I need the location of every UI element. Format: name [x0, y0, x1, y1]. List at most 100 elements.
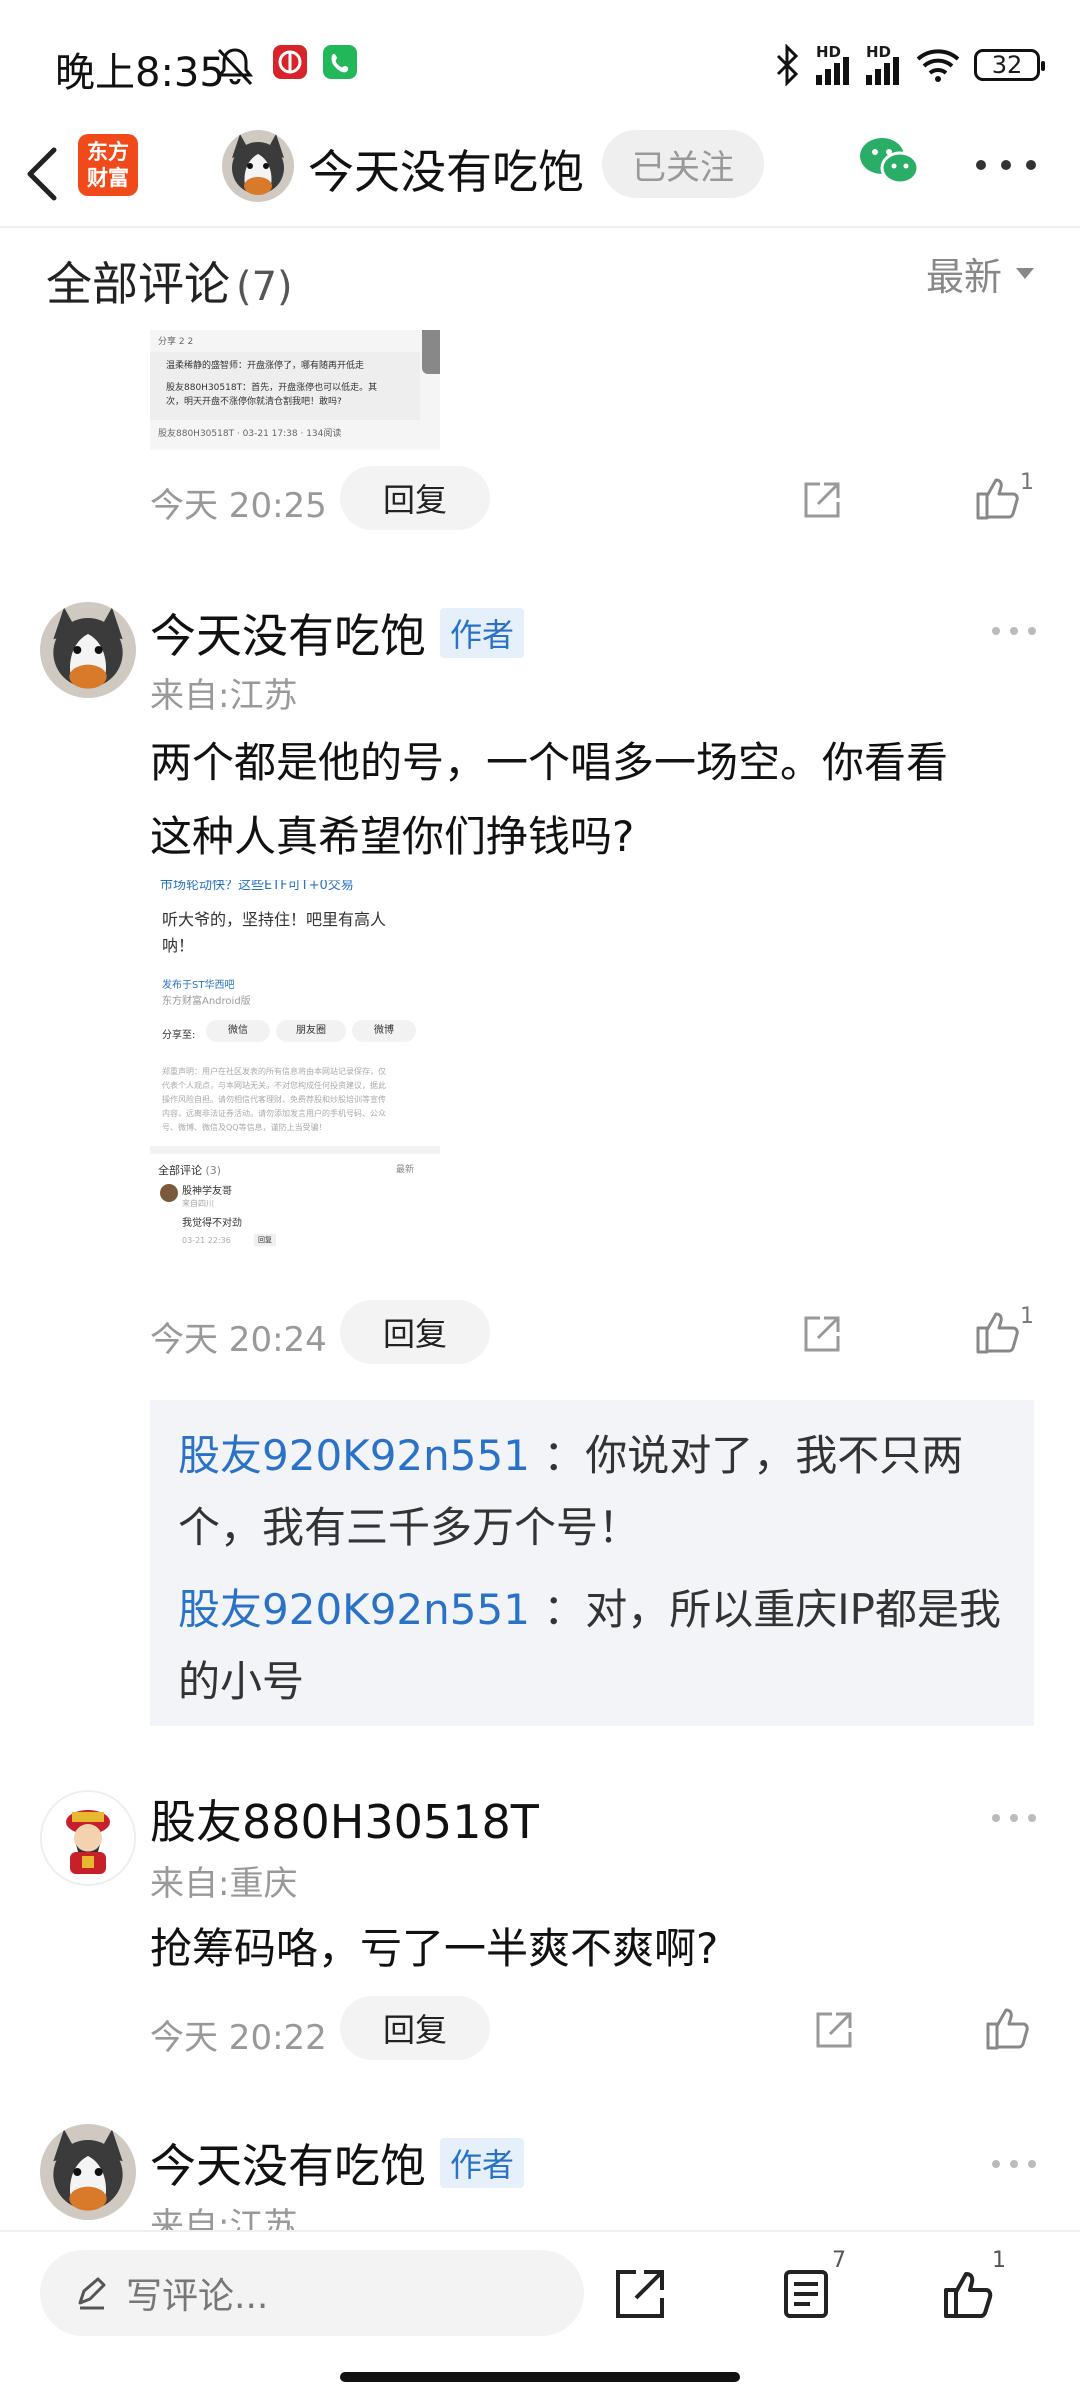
author-badge: 作者: [440, 608, 525, 658]
share-icon[interactable]: [800, 478, 844, 522]
comment-time: 今天 20:24: [150, 1320, 327, 1360]
comment-more-button[interactable]: [992, 1812, 1036, 1824]
share-icon[interactable]: [612, 2266, 668, 2322]
comment-avatar[interactable]: [40, 1790, 136, 1886]
comment-text: 两个都是他的号，一个唱多一场空。你看看 这种人真希望你们挣钱吗?: [150, 726, 948, 874]
sub-reply-text: 个，我有三千多万个号！: [178, 1503, 641, 1552]
back-icon[interactable]: [14, 138, 74, 208]
thumb2-comment-reply: 回复: [254, 1234, 276, 1246]
reply-button[interactable]: 回复: [340, 1996, 490, 2060]
thumb2-comment-loc: 来自四川: [182, 1199, 214, 1208]
like-count-badge: 1: [992, 2248, 1006, 2273]
app-logo[interactable]: 东方 财富: [78, 134, 138, 196]
thumb1-line-1: 温柔稀静的盛智师：开盘涨停了，哪有随再开低走: [166, 361, 365, 371]
sub-reply-text: 的小号: [178, 1657, 305, 1706]
thumb2-comment-user: 股神学友哥: [182, 1186, 232, 1197]
sub-reply[interactable]: 股友920K92n551 ：对，所以重庆IP都是我 的小号: [178, 1574, 1006, 1718]
wechat-share-icon[interactable]: [858, 132, 922, 192]
sub-replies[interactable]: 股友920K92n551 ：你说对了，我不只两 个，我有三千多万个号！ 股友92…: [150, 1400, 1034, 1726]
like-icon[interactable]: [982, 2002, 1032, 2052]
comment-user-name[interactable]: 股友880H30518T: [150, 1786, 539, 1852]
sort-dropdown[interactable]: 最新: [926, 246, 1034, 301]
signal-1-icon: HD: [816, 43, 852, 85]
thumb2-comments-count: (3): [205, 1164, 222, 1177]
thumb2-comment-text: 我觉得不对劲: [182, 1218, 242, 1229]
signal-2-icon: HD: [866, 43, 902, 85]
thumb2-comments-title: 全部评论: [158, 1164, 202, 1177]
comment-image-1[interactable]: 分享 2 2 温柔稀静的盛智师：开盘涨停了，哪有随再开低走 股友880H3051…: [150, 330, 440, 450]
thumb1-footer: 股友880H30518T · 03-21 17:38 · 134阅读: [158, 429, 342, 439]
share-icon[interactable]: [800, 1312, 844, 1356]
comments-title-text: 全部评论: [46, 257, 230, 311]
comment-user-name[interactable]: 今天没有吃饱: [150, 600, 426, 666]
thumb2-disclaimer-5: 号、微博、微信及QQ等信息，谨防上当受骗！: [162, 1123, 327, 1132]
pencil-icon: [78, 2277, 106, 2310]
sub-reply-user[interactable]: 股友920K92n551: [178, 1431, 530, 1480]
comment-text: 抢筹码咯，亏了一半爽不爽啊?: [150, 1924, 719, 1973]
write-comment-input[interactable]: 写评论...: [40, 2250, 584, 2336]
comment-text-line-1: 两个都是他的号，一个唱多一场空。你看看: [150, 738, 949, 787]
thumb2-text-2: 呐！: [162, 936, 195, 955]
wifi-icon: [916, 49, 960, 82]
home-indicator[interactable]: [340, 2372, 740, 2382]
header-avatar[interactable]: [222, 130, 294, 202]
thumb2-source: 发布于ST华西吧: [162, 980, 235, 991]
like-icon[interactable]: [940, 2266, 996, 2322]
thumb2-sort: 最新: [396, 1165, 415, 1175]
comments-count-badge: 7: [832, 2248, 846, 2273]
like-count: 1: [1020, 470, 1034, 495]
battery-indicator: 32: [974, 49, 1045, 81]
write-comment-placeholder: 写评论...: [126, 2276, 269, 2317]
sort-caret-icon: [1016, 268, 1034, 279]
comment-time: 今天 20:25: [150, 486, 327, 526]
phone-call-icon: [323, 45, 357, 79]
comment-location: 来自:江苏: [150, 676, 298, 716]
post-header: 东方 财富 今天没有吃饱 已关注: [0, 120, 1080, 228]
thumb2-disclaimer-1: 郑重声明：用户在社区发表的所有信息将由本网站记录保存，仅: [162, 1067, 386, 1076]
thumb2-disclaimer-4: 内容，远离非法证券活动。请勿添加发言用户的手机号码、公众: [162, 1109, 386, 1118]
thumb2-wechat: 微信: [206, 1020, 270, 1042]
sub-reply-text: ：你说对了，我不只两: [543, 1431, 964, 1480]
bluetooth-icon: [776, 44, 799, 86]
reply-button[interactable]: 回复: [340, 466, 490, 530]
thumb1-line-2: 股友880H30518T：首先，开盘涨停也可以低走。其: [166, 383, 378, 393]
sub-reply-text: ：对，所以重庆IP都是我: [543, 1585, 1002, 1634]
follow-button[interactable]: 已关注: [602, 130, 764, 198]
thumb2-disclaimer-3: 操作风险自担。请勿相信代客理财、免费荐股和炒股培训等宣传: [162, 1095, 386, 1104]
sort-label: 最新: [925, 255, 1002, 299]
comment-avatar[interactable]: [40, 602, 136, 698]
thumb2-text-1: 听大爷的，坚持住！吧里有高人: [162, 910, 387, 929]
comment-avatar[interactable]: [40, 2124, 136, 2220]
thumb1-line-3: 次，明天开盘不涨停你就清仓割我吧！敢吗?: [166, 397, 342, 407]
comment-location: 来自:重庆: [150, 1864, 298, 1904]
status-bar: 晚上8:35 HD HD 32: [0, 0, 1080, 130]
thumb2-moments: 朋友圈: [276, 1020, 346, 1042]
comment-user-name[interactable]: 今天没有吃饱: [150, 2130, 426, 2196]
thumb2-comment-time: 03-21 22:36: [182, 1236, 231, 1245]
like-icon[interactable]: [972, 472, 1022, 522]
header-user-name[interactable]: 今天没有吃饱: [308, 136, 584, 202]
thumb2-weibo: 微博: [352, 1020, 416, 1042]
comment-more-button[interactable]: [992, 625, 1036, 637]
like-count: 1: [1020, 1304, 1034, 1329]
mute-bell-icon: [216, 48, 254, 86]
sub-reply-user[interactable]: 股友920K92n551: [178, 1585, 530, 1634]
author-badge: 作者: [440, 2138, 525, 2188]
comments-count: (7): [236, 264, 293, 310]
comment-text-line-2: 这种人真希望你们挣钱吗?: [150, 812, 635, 861]
thumb2-platform: 东方财富Android版: [162, 996, 251, 1007]
reply-button[interactable]: 回复: [340, 1300, 490, 1364]
comment-time: 今天 20:22: [150, 2018, 327, 2058]
comment-more-button[interactable]: [992, 2158, 1036, 2170]
status-time: 晚上8:35: [55, 50, 225, 96]
comments-icon[interactable]: [780, 2266, 836, 2322]
share-icon[interactable]: [812, 2008, 856, 2052]
more-options-button[interactable]: [976, 150, 1036, 180]
comments-title: 全部评论 (7): [46, 248, 293, 314]
thumb2-share: 分享至:: [162, 1030, 196, 1041]
like-icon[interactable]: [972, 1306, 1022, 1356]
sub-reply[interactable]: 股友920K92n551 ：你说对了，我不只两 个，我有三千多万个号！: [178, 1420, 1006, 1564]
thumb2-disclaimer-2: 代表个人观点，与本网站无关。不对您构成任何投资建议，据此: [162, 1081, 386, 1090]
comment-image-2[interactable]: 市场轮动快？这些ETF可T+0交易 听大爷的，坚持住！吧里有高人 呐！ 发布于S…: [150, 880, 440, 1280]
battery-level: 32: [991, 51, 1023, 79]
